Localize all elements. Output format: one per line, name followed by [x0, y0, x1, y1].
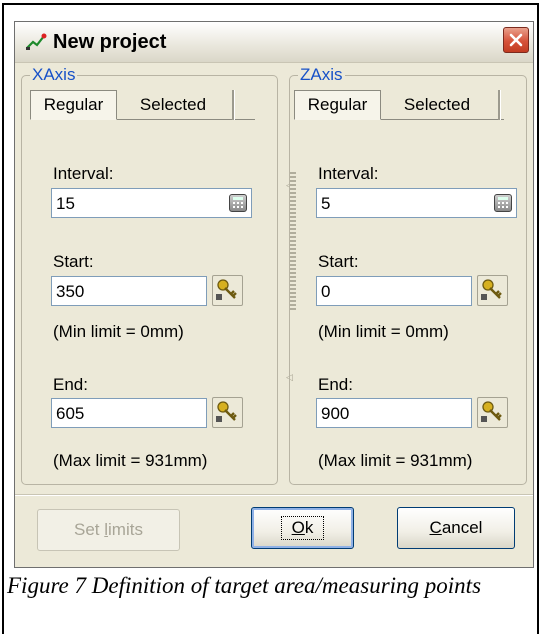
- end-key-button[interactable]: [477, 397, 508, 428]
- key-icon: [481, 401, 502, 422]
- key-icon: [481, 279, 502, 300]
- xaxis-group: XAxis Regular Selected Interval: 15 Star…: [21, 65, 278, 485]
- start-key-button[interactable]: [212, 275, 243, 306]
- min-limit-text: (Min limit = 0mm): [318, 322, 449, 341]
- figure-caption: Figure 7 Definition of target area/measu…: [7, 573, 482, 598]
- tab-selected[interactable]: Selected: [382, 90, 492, 120]
- start-input[interactable]: 0: [316, 276, 472, 306]
- interval-label: Interval:: [53, 164, 114, 183]
- interval-label: Interval:: [318, 164, 379, 183]
- button-label: k: [304, 518, 314, 537]
- calculator-icon[interactable]: [494, 194, 512, 212]
- button-label: Set: [74, 520, 105, 539]
- button-divider: [15, 494, 533, 496]
- max-limit-text: (Max limit = 931mm): [53, 451, 208, 470]
- ok-button[interactable]: Ok: [251, 507, 354, 549]
- interval-input[interactable]: 5: [316, 188, 517, 218]
- start-label: Start:: [318, 252, 359, 271]
- key-icon: [216, 279, 237, 300]
- start-input[interactable]: 350: [51, 276, 207, 306]
- new-project-dialog: New project XAxis Regular Selected Inter…: [14, 21, 534, 568]
- button-label: O: [291, 518, 305, 537]
- interval-input[interactable]: 15: [51, 188, 252, 218]
- tab-separator: [498, 90, 501, 120]
- zaxis-group-label: ZAxis: [298, 65, 345, 85]
- set-limits-button[interactable]: Set l imits: [37, 509, 180, 551]
- min-limit-text: (Min limit = 0mm): [53, 322, 184, 341]
- tab-regular[interactable]: Regular: [30, 90, 117, 120]
- tab-regular[interactable]: Regular: [294, 90, 381, 120]
- tab-selected[interactable]: Selected: [118, 90, 228, 120]
- close-icon: [509, 33, 523, 47]
- end-label: End:: [53, 375, 88, 394]
- calculator-icon-glyph: [233, 197, 243, 208]
- cancel-button[interactable]: Cancel: [397, 507, 515, 549]
- calculator-icon-glyph: [498, 197, 508, 208]
- button-label: ancel: [441, 518, 483, 537]
- end-input[interactable]: 605: [51, 398, 207, 428]
- key-icon: [216, 401, 237, 422]
- window-title: New project: [53, 31, 167, 53]
- calculator-icon[interactable]: [229, 194, 247, 212]
- close-button[interactable]: [503, 27, 529, 53]
- focus-indicator: Ok: [280, 516, 325, 540]
- end-label: End:: [318, 375, 353, 394]
- tab-separator: [232, 90, 235, 120]
- xaxis-group-label: XAxis: [30, 65, 78, 85]
- max-limit-text: (Max limit = 931mm): [318, 451, 473, 470]
- end-key-button[interactable]: [212, 397, 243, 428]
- button-label: imits: [108, 520, 143, 539]
- end-input[interactable]: 900: [316, 398, 472, 428]
- button-label: C: [429, 518, 442, 537]
- start-key-button[interactable]: [477, 275, 508, 306]
- zaxis-group: ZAxis Regular Selected Interval: 5 Start…: [289, 65, 527, 485]
- title-bar[interactable]: New project: [15, 22, 533, 63]
- chart-icon: [26, 33, 47, 50]
- start-label: Start:: [53, 252, 94, 271]
